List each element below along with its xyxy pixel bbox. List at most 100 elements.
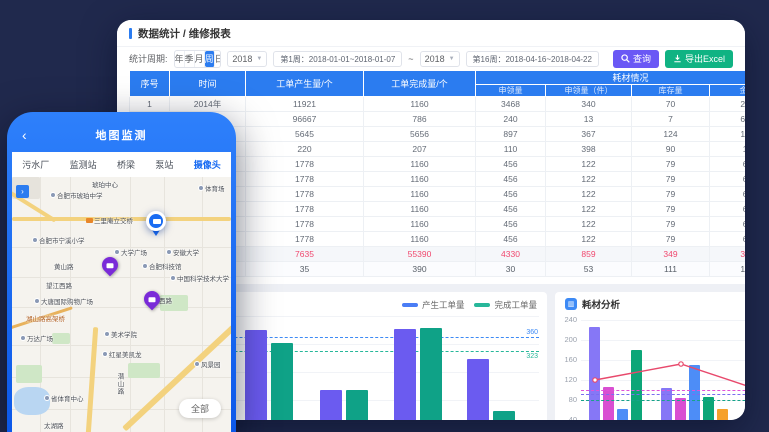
cell-value: 122 xyxy=(546,232,632,247)
legend-item[interactable]: 完成工单量 xyxy=(474,299,537,311)
search-button-label: 查询 xyxy=(633,52,651,65)
map-label: 合肥市宁溪小学 xyxy=(32,235,85,245)
map-label-text: 湖山路高架桥 xyxy=(26,313,65,323)
bar-产生工单量 xyxy=(467,359,489,420)
poi-icon xyxy=(50,192,56,198)
cell-value: 79 xyxy=(632,232,710,247)
cell-time: 2014年 xyxy=(170,97,246,112)
filter-bar: 统计周期: 年季月周日 2018 ▼ 第1周：2018-01-01~2018-0… xyxy=(117,47,745,70)
poi-icon xyxy=(104,331,110,337)
breadcrumb[interactable]: 数据统计 / 维修报表 xyxy=(117,20,745,47)
map-label: 大学广场 xyxy=(114,247,147,257)
cell-value: 456 xyxy=(476,217,546,232)
map-label: 风景园 xyxy=(194,359,221,369)
total-value: 55390 xyxy=(364,247,476,262)
period-option-季[interactable]: 季 xyxy=(185,51,195,67)
consumable-chart-title: 耗材分析 xyxy=(582,297,620,311)
map-label-text: 合肥市宁溪小学 xyxy=(39,235,85,245)
period-segment: 年季月周日 xyxy=(174,50,222,68)
average-value: 30 xyxy=(476,262,546,277)
all-filter-button[interactable]: 全部 xyxy=(179,399,221,418)
period-option-日[interactable]: 日 xyxy=(215,51,222,67)
consumable-chart-card: ▥ 耗材分析 2402001601208040 xyxy=(555,292,745,420)
phone-page-title: 地图监测 xyxy=(96,127,148,143)
search-button[interactable]: 查询 xyxy=(613,50,659,68)
workorder-chart-legend: 产生工单量 完成工单量 xyxy=(402,299,537,311)
map-label-text: 红星美凯龙 xyxy=(109,349,142,359)
cell-value: 96667 xyxy=(246,112,364,127)
map-street xyxy=(12,345,231,346)
cell-value: 456 xyxy=(476,202,546,217)
bar-完成工单量 xyxy=(493,411,515,420)
selected-camera-pin[interactable] xyxy=(146,211,166,240)
map-label: 安徽大学 xyxy=(166,247,199,257)
period-option-年[interactable]: 年 xyxy=(175,51,185,67)
column-header: 工单产生量/个 xyxy=(246,71,364,97)
map-label-text: 太湖路 xyxy=(44,420,64,430)
cell-value: 67 xyxy=(710,232,746,247)
total-value: 330 xyxy=(710,247,746,262)
cell-value: 1778 xyxy=(246,172,364,187)
map-label-text: 万达广场 xyxy=(27,333,53,343)
cell-value: 122 xyxy=(546,217,632,232)
chevron-down-icon: ▼ xyxy=(256,56,262,62)
year-from-select[interactable]: 2018 ▼ xyxy=(227,51,267,67)
tab-污水厂[interactable]: 污水厂 xyxy=(22,158,49,171)
camera-pin[interactable] xyxy=(99,254,122,277)
map-label: 红星美凯龙 xyxy=(102,349,142,359)
tab-监测站[interactable]: 监测站 xyxy=(70,158,97,171)
chevron-down-icon: ▼ xyxy=(449,56,455,62)
period-option-月[interactable]: 月 xyxy=(195,51,205,67)
cell-value: 67 xyxy=(710,172,746,187)
map-label-text: 琥珀中心 xyxy=(92,179,118,189)
week-to-box[interactable]: 第16周：2018-04-16~2018-04-22 xyxy=(466,51,599,67)
map-expander[interactable]: › xyxy=(16,185,29,198)
tab-摄像头[interactable]: 摄像头 xyxy=(194,158,221,171)
cell-value: 240 xyxy=(476,112,546,127)
cell-value: 19 xyxy=(710,142,746,157)
cell-value: 1160 xyxy=(364,202,476,217)
breadcrumb-accent xyxy=(129,28,132,39)
map-park xyxy=(52,333,70,344)
cell-value: 79 xyxy=(632,172,710,187)
cell-value: 250 xyxy=(710,97,746,112)
poi-icon xyxy=(114,249,120,255)
year-to-select[interactable]: 2018 ▼ xyxy=(420,51,460,67)
cell-value: 1778 xyxy=(246,187,364,202)
cell-value: 456 xyxy=(476,187,546,202)
phone-header: ‹ 地图监测 xyxy=(7,118,236,152)
tab-泵站[interactable]: 泵站 xyxy=(155,158,173,171)
column-header: 序号 xyxy=(130,71,170,97)
export-excel-button[interactable]: 导出Excel xyxy=(665,50,733,68)
cell-value: 1160 xyxy=(364,217,476,232)
y-axis-tick: 120 xyxy=(559,376,577,384)
map-street xyxy=(12,307,231,308)
cell-value: 124 xyxy=(632,127,710,142)
cell-value: 1778 xyxy=(246,217,364,232)
road-sign-icon xyxy=(86,218,93,223)
map-label-text: 体育场 xyxy=(205,183,225,193)
week-from-box[interactable]: 第1周：2018-01-01~2018-01-07 xyxy=(273,51,402,67)
cell-value: 3468 xyxy=(476,97,546,112)
period-option-周[interactable]: 周 xyxy=(205,51,215,67)
map-canvas[interactable]: › 琥珀中心合肥市琥珀中学体育场三里庵立交桥合肥市宁溪小学大学广场安徽大学合肥科… xyxy=(12,177,231,432)
cell-value: 122 xyxy=(546,202,632,217)
poi-icon xyxy=(32,237,38,243)
tab-桥梁[interactable]: 桥梁 xyxy=(117,158,135,171)
legend-item[interactable]: 产生工单量 xyxy=(402,299,465,311)
poi-icon xyxy=(20,335,26,341)
legend-swatch xyxy=(474,303,490,307)
consumable-bar xyxy=(589,327,600,421)
group-column-header: 耗材情况 xyxy=(476,71,746,85)
back-icon[interactable]: ‹ xyxy=(22,128,27,142)
column-header: 工单完成量/个 xyxy=(364,71,476,97)
legend-label: 完成工单量 xyxy=(494,299,537,311)
cell-value: 122 xyxy=(546,172,632,187)
average-value: 390 xyxy=(364,262,476,277)
map-label-text: 合肥科技馆 xyxy=(149,261,182,271)
reference-line-label: 360 xyxy=(526,329,538,336)
map-label: 琥珀中心 xyxy=(92,179,118,189)
cell-value: 5656 xyxy=(364,127,476,142)
map-label-text: 黄山路 xyxy=(54,261,74,271)
cell-value: 1160 xyxy=(364,97,476,112)
